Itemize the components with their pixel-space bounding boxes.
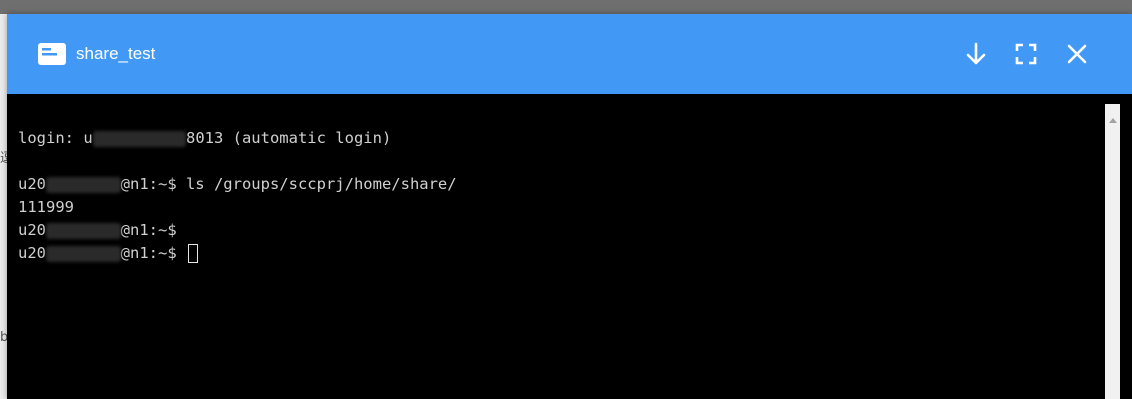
- scrollbar-track[interactable]: [1105, 104, 1120, 399]
- dialog-titlebar: share_test: [7, 14, 1132, 94]
- terminal-cursor[interactable]: [187, 244, 198, 263]
- fullscreen-icon: [1015, 43, 1037, 65]
- login-prefix: login: u: [18, 129, 93, 147]
- redacted-username: 10053015: [46, 245, 121, 262]
- redacted-username: 10053015: [46, 176, 121, 193]
- terminal-dialog: share_test login: u20100530138013 (autom…: [7, 14, 1132, 399]
- command-output: 111999: [18, 198, 74, 216]
- terminal-line: u2010053015@n1:~$: [18, 219, 177, 241]
- terminal-line: u2010053015@n1:~$ ls /groups/sccprj/home…: [18, 173, 457, 195]
- download-button[interactable]: [962, 40, 990, 68]
- terminal-window-icon: [38, 43, 66, 65]
- prompt-suffix: @n1:~$: [120, 244, 186, 262]
- dialog-title: share_test: [76, 44, 156, 63]
- prompt-prefix: u20: [18, 175, 46, 193]
- terminal-line: 111999: [18, 196, 74, 218]
- terminal-output[interactable]: login: u20100530138013 (automatic login)…: [7, 94, 1104, 399]
- prompt-prefix: u20: [18, 244, 46, 262]
- prompt-prefix: u20: [18, 221, 46, 239]
- terminal-line: login: u20100530138013 (automatic login): [18, 127, 391, 149]
- login-suffix: 8013 (automatic login): [185, 129, 392, 147]
- background-topbar: [0, 0, 1132, 14]
- scroll-up-arrow-icon[interactable]: [1109, 118, 1117, 123]
- redacted-username: 10053015: [46, 222, 121, 239]
- close-button[interactable]: [1063, 40, 1091, 68]
- close-icon: [1067, 44, 1087, 64]
- terminal-line: u2010053015@n1:~$: [18, 242, 198, 264]
- fullscreen-button[interactable]: [1012, 40, 1040, 68]
- redacted-username: 2010053013: [92, 130, 186, 147]
- command-text: @n1:~$ ls /groups/sccprj/home/share/: [120, 175, 457, 193]
- arrow-down-icon: [966, 42, 986, 65]
- terminal-scrollbar[interactable]: [1104, 94, 1132, 399]
- prompt-suffix: @n1:~$: [120, 221, 177, 239]
